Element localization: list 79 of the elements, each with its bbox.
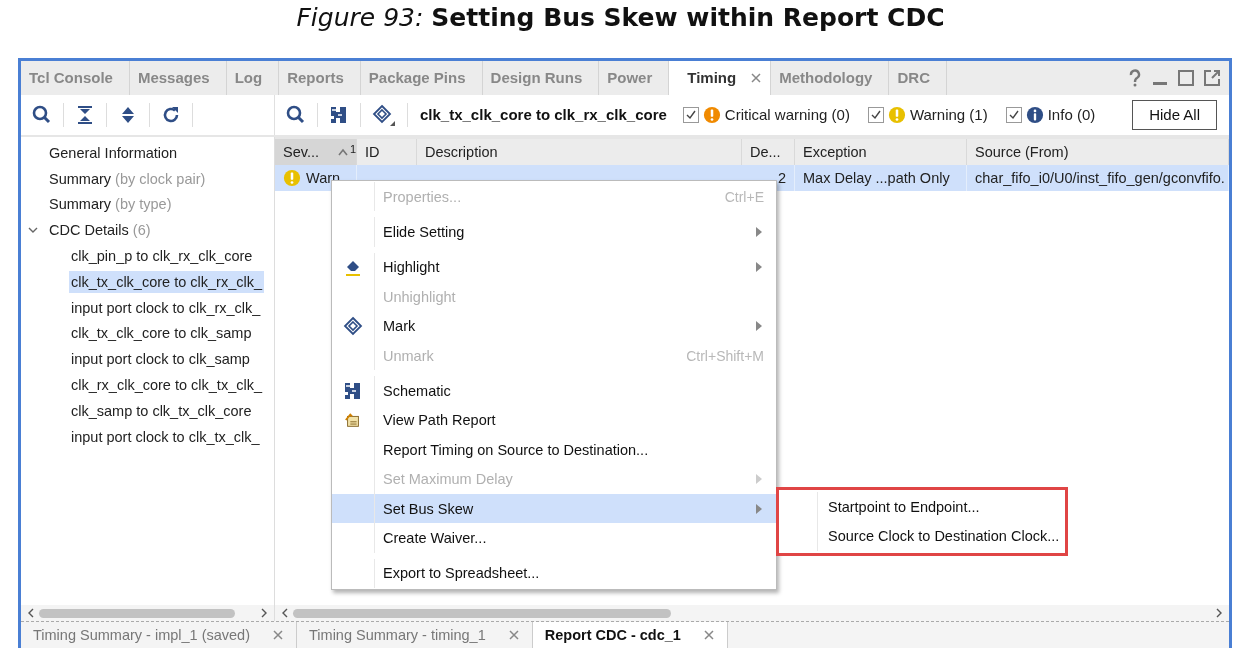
float-icon[interactable] (1203, 68, 1221, 87)
filter-label: Info (0) (1047, 106, 1096, 124)
tree-item[interactable]: General Information (47, 141, 180, 164)
tab[interactable]: Timing (669, 61, 772, 95)
close-icon[interactable] (507, 629, 520, 641)
column-header[interactable]: Description (417, 138, 742, 165)
maximize-icon[interactable] (1177, 68, 1195, 87)
tree-item[interactable]: clk_samp to clk_tx_clk_core (69, 399, 254, 422)
menu-item[interactable]: Create Waiver... (332, 523, 776, 559)
menu-item[interactable]: Schematic (332, 376, 776, 406)
filter-label: Warning (1) (909, 106, 988, 124)
close-icon[interactable] (750, 71, 763, 84)
schematic-icon (343, 381, 363, 402)
document-tab[interactable]: Timing Summary - timing_1 (297, 622, 533, 648)
column-header[interactable]: Source (From) (967, 138, 1229, 165)
document-tab[interactable]: Report CDC - cdc_1 (532, 622, 728, 648)
checkbox[interactable] (682, 106, 699, 123)
submenu-arrow-icon (756, 474, 762, 485)
search-icon[interactable] (32, 104, 52, 125)
submenu-arrow-icon (756, 321, 762, 332)
diamond-icon (343, 316, 363, 337)
close-icon[interactable] (272, 629, 284, 641)
refresh-icon[interactable] (161, 104, 181, 125)
menu-item[interactable]: View Path Report (332, 405, 776, 436)
report-title: clk_tx_clk_core to clk_rx_clk_core (420, 106, 667, 124)
column-header[interactable]: Exception (795, 138, 967, 165)
collapse-all-icon[interactable] (75, 104, 95, 125)
checkbox[interactable] (867, 106, 884, 123)
tree-item[interactable]: clk_rx_clk_core to clk_tx_clk_ (69, 373, 264, 396)
shortcut-label: Ctrl+Shift+M (686, 347, 764, 364)
tree-item[interactable]: input port clock to clk_rx_clk_ (69, 296, 263, 319)
menu-item[interactable]: Highlight (332, 252, 776, 283)
search-icon[interactable] (286, 104, 306, 125)
figure-caption: Figure 93: Setting Bus Skew within Report CDC (296, 2, 945, 32)
tree-item[interactable]: CDC Details (6) (47, 219, 153, 242)
tree-item[interactable]: clk_tx_clk_core to clk_rx_clk_ (69, 270, 264, 293)
tree-item[interactable]: Summary (by clock pair) (47, 167, 208, 190)
menu-item[interactable]: Startpoint to Endpoint... (779, 492, 1065, 522)
sort-ascending-icon[interactable] (337, 147, 348, 156)
close-icon[interactable] (702, 629, 715, 641)
tree-item[interactable]: clk_tx_clk_core to clk_samp (69, 322, 254, 345)
submenu-arrow-icon (756, 262, 762, 273)
info-icon (1025, 105, 1044, 124)
column-header[interactable]: Sev... 1 (275, 138, 357, 165)
submenu-arrow-icon (756, 227, 762, 238)
tree-item[interactable]: input port clock to clk_samp (69, 348, 252, 371)
horizontal-scrollbar[interactable] (275, 605, 1229, 622)
warning-icon (702, 105, 721, 124)
column-header[interactable]: De... (742, 138, 795, 165)
submenu-arrow-icon (756, 503, 762, 514)
report-icon (344, 411, 362, 430)
checkbox[interactable] (1005, 106, 1022, 123)
scroll-right-icon[interactable] (1215, 608, 1223, 619)
warning-icon (283, 168, 301, 187)
table-cell: char_fifo_i0/U0/inst_fifo_gen/gconvfifo. (975, 169, 1225, 186)
menu-item[interactable]: Mark (332, 311, 776, 341)
document-tab[interactable]: Timing Summary - impl_1 (saved) (21, 622, 297, 648)
filter-label: Critical warning (0) (724, 106, 850, 124)
shortcut-label: Ctrl+E (724, 188, 764, 205)
help-icon[interactable] (1127, 68, 1143, 87)
tree-item[interactable]: clk_pin_p to clk_rx_clk_core (69, 244, 255, 267)
schematic-icon[interactable] (329, 104, 349, 125)
menu-item[interactable]: Source Clock to Destination Clock... (779, 521, 1065, 551)
tree-item[interactable]: input port clock to clk_tx_clk_ (69, 425, 262, 448)
column-header[interactable]: ID (357, 138, 417, 165)
menu-item[interactable]: Set Bus Skew (332, 493, 776, 524)
menu-item[interactable]: Elide Setting (332, 217, 776, 253)
tree-item[interactable]: Summary (by type) (47, 193, 174, 216)
warning-icon (887, 105, 906, 124)
menu-item[interactable]: Export to Spreadsheet... (332, 558, 776, 589)
hide-all-button[interactable]: Hide All (1132, 99, 1217, 130)
mark-dropdown-icon[interactable] (372, 103, 396, 126)
scroll-right-icon[interactable] (260, 608, 268, 619)
menu-item[interactable]: Report Timing on Source to Destination... (332, 435, 776, 465)
table-cell: Max Delay ...path Only (803, 169, 950, 186)
horizontal-scrollbar[interactable] (21, 605, 274, 622)
scroll-left-icon[interactable] (281, 608, 289, 619)
scroll-left-icon[interactable] (27, 608, 35, 619)
table-cell: 2 (777, 169, 786, 186)
